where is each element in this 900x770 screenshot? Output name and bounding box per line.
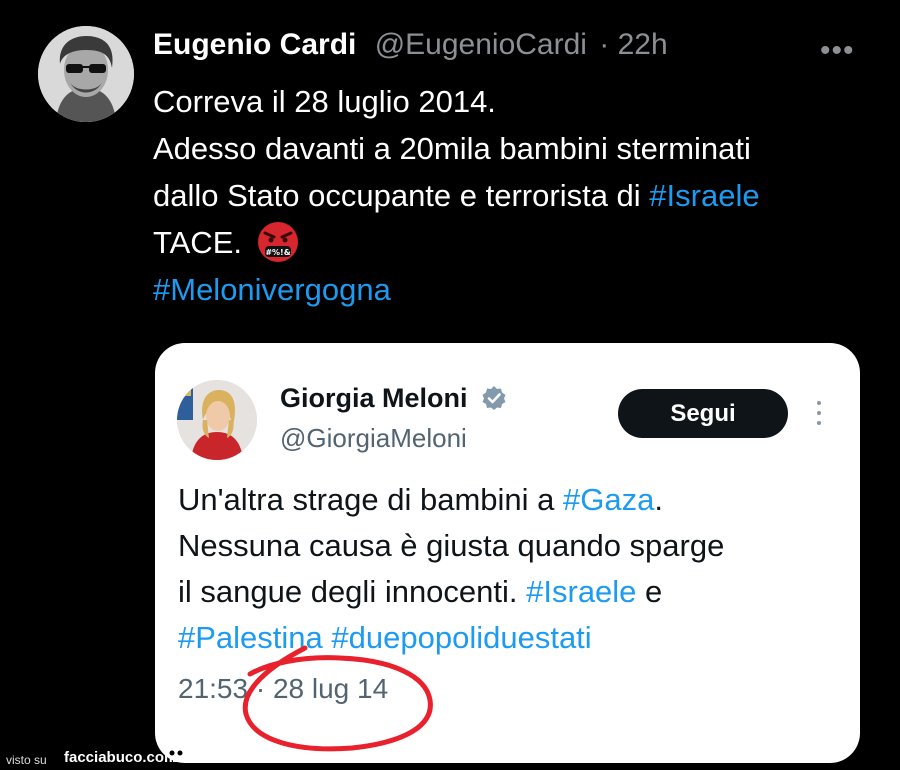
author-handle[interactable]: @EugenioCardi xyxy=(375,28,587,61)
quoted-line-text: Un'altra strage di bambini a xyxy=(178,482,564,517)
tweet-body: Correva il 28 luglio 2014. Adesso davant… xyxy=(153,78,883,313)
quoted-author-name-text: Giorgia Meloni xyxy=(280,383,468,413)
quoted-line: il sangue degli innocenti. #Israele e xyxy=(178,569,848,615)
quoted-tweet-card[interactable]: Giorgia Meloni @GiorgiaMeloni Segui Un'a… xyxy=(155,343,860,763)
more-vertical-icon[interactable] xyxy=(817,401,823,431)
author-name[interactable]: Eugenio Cardi xyxy=(153,28,356,61)
hashtag-link[interactable]: #Melonivergogna xyxy=(153,266,883,313)
watermark-visto: visto su xyxy=(6,753,47,767)
tweet-line: dallo Stato occupante e terrorista di #I… xyxy=(153,172,883,219)
tweet-line: Adesso davanti a 20mila bambini stermina… xyxy=(153,131,751,166)
hashtag-link[interactable]: #Gaza xyxy=(563,482,654,517)
quoted-author-photo xyxy=(177,380,257,460)
angry-cursing-face-icon: #%!& xyxy=(257,221,298,262)
tweet-header: Eugenio Cardi @EugenioCardi · 22h xyxy=(153,28,668,62)
author-avatar[interactable] xyxy=(38,26,134,122)
follow-button[interactable]: Segui xyxy=(618,389,788,438)
quoted-timestamp[interactable]: 21:53 · 28 lug 14 xyxy=(178,673,388,705)
tweet-line-text: TACE. xyxy=(153,225,242,260)
hashtag-link[interactable]: #Israele xyxy=(649,178,759,213)
quoted-author-name[interactable]: Giorgia Meloni xyxy=(280,383,507,414)
quoted-line-text: . xyxy=(654,482,663,517)
quoted-author-avatar[interactable] xyxy=(177,380,257,460)
hashtag-link[interactable]: #Palestina xyxy=(178,620,323,655)
watermark: visto su facciabuco.com xyxy=(0,740,900,770)
hashtag-link[interactable]: #duepopoliduestati xyxy=(331,620,591,655)
tweet-line-text: dallo Stato occupante e terrorista di xyxy=(153,178,650,213)
hashtag-link[interactable]: #Israele xyxy=(526,574,636,609)
quoted-line: #Palestina #duepopoliduestati xyxy=(178,615,848,661)
quoted-line: Nessuna causa è giusta quando sparge xyxy=(178,528,725,563)
quoted-line-text: il sangue degli innocenti. xyxy=(178,574,527,609)
tweet-time[interactable]: · 22h xyxy=(599,28,667,61)
tweet-line: TACE. #%!& xyxy=(153,219,883,266)
facciabuco-logo-icon xyxy=(165,746,187,762)
quoted-tweet-body: Un'altra strage di bambini a #Gaza. Ness… xyxy=(178,477,848,661)
more-horizontal-icon[interactable]: ••• xyxy=(820,34,855,68)
author-photo xyxy=(38,26,134,122)
quoted-line: Un'altra strage di bambini a #Gaza. xyxy=(178,477,848,523)
watermark-site: facciabuco.com xyxy=(64,749,178,766)
verified-badge-icon xyxy=(482,385,506,410)
tweet-line: Correva il 28 luglio 2014. xyxy=(153,84,496,119)
quoted-author-handle[interactable]: @GiorgiaMeloni xyxy=(280,423,467,454)
quoted-line-text: e xyxy=(636,574,663,609)
svg-text:#%!&: #%!& xyxy=(265,248,290,257)
